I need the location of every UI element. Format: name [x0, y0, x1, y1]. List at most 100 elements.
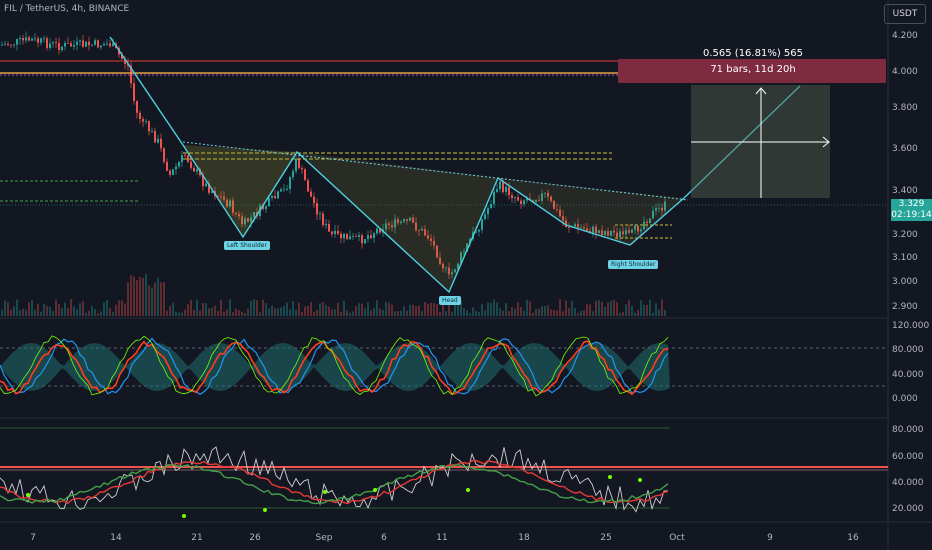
volume-bar [175, 311, 177, 316]
volume-bar [553, 310, 555, 316]
volume-bar [592, 311, 594, 316]
volume-bar [127, 282, 129, 316]
volume-bar [511, 307, 513, 316]
volume-bar [484, 310, 486, 316]
candle-body [304, 169, 306, 181]
candle-body [100, 45, 102, 48]
candle-body [79, 40, 81, 42]
volume-bar [421, 311, 423, 316]
head-label[interactable]: Head [439, 296, 461, 305]
volume-bar [589, 304, 591, 316]
volume-bar [91, 306, 93, 316]
volume-bar [652, 312, 654, 316]
signal-dot [182, 514, 186, 518]
volume-bar [34, 309, 36, 316]
price-tick: 3.200 [892, 230, 918, 240]
candle-body [181, 155, 183, 163]
symbol-title[interactable]: FIL / TetherUS, 4h, BINANCE [4, 4, 129, 14]
volume-bar [1, 309, 3, 316]
volume-bar [124, 303, 126, 316]
time-tick: 18 [518, 533, 530, 543]
candle-body [13, 44, 15, 46]
volume-bar [118, 300, 120, 316]
candle-body [298, 158, 300, 169]
volume-bar [625, 304, 627, 316]
volume-bar [562, 311, 564, 316]
candle-body [286, 188, 288, 190]
price-axis[interactable]: 4.200 4.000 3.800 3.600 3.400 3.200 3.10… [892, 31, 918, 312]
candle-body [34, 38, 36, 40]
candle-body [523, 200, 525, 205]
volume-bar [361, 303, 363, 316]
candle-body [496, 189, 498, 192]
osc1-tick: 0.000 [892, 394, 918, 404]
volume-bar [97, 312, 99, 316]
right-shoulder-label[interactable]: Right Shoulder [608, 260, 659, 269]
left-shoulder-label[interactable]: Left Shoulder [224, 241, 270, 250]
volume-bar [505, 303, 507, 316]
volume-bar [331, 309, 333, 316]
currency-selector[interactable]: USDT [884, 4, 926, 24]
volume-bar [526, 299, 528, 316]
measure-label: 0.565 (16.81%) 565 71 bars, 11d 20h [620, 46, 886, 78]
candle-body [22, 37, 24, 41]
candle-body [1, 44, 3, 46]
volume-bar [235, 308, 237, 316]
volume-bar [70, 299, 72, 316]
volume-bar [16, 299, 18, 316]
volume-bar [106, 299, 108, 316]
candle-body [340, 233, 342, 239]
volume-bar [334, 309, 336, 316]
chart-canvas[interactable]: 4.200 4.000 3.800 3.600 3.400 3.200 3.10… [0, 0, 932, 550]
volume-bar [343, 300, 345, 316]
price-range-measure-box[interactable] [618, 59, 886, 198]
candle-body [280, 189, 282, 192]
volume-bar [616, 302, 618, 316]
volume-bar [436, 304, 438, 316]
volume-bar [58, 304, 60, 316]
candle-body [268, 197, 270, 207]
volume-bar [79, 303, 81, 316]
volume-bar [64, 302, 66, 316]
volume-bar [4, 300, 6, 316]
volume-bar [85, 312, 87, 316]
osc2-tick: 20.000 [892, 504, 924, 514]
osc1-tick: 80.000 [892, 345, 924, 355]
candle-body [190, 161, 192, 168]
volume-bar [346, 310, 348, 316]
volume-bar [88, 310, 90, 316]
volume-bar [292, 300, 294, 316]
volume-bar [160, 282, 162, 316]
volume-bar [163, 282, 165, 316]
volume-bar [367, 302, 369, 316]
bar-countdown: 02:19:14 [891, 210, 932, 220]
volume-bar [247, 308, 249, 316]
volume-bar [433, 303, 435, 316]
volume-bar [400, 310, 402, 316]
volume-bar [397, 310, 399, 316]
candle-body [328, 223, 330, 232]
volume-bar [280, 307, 282, 316]
candle-body [487, 208, 489, 215]
volume-bar [262, 299, 264, 316]
volume-bar [142, 277, 144, 316]
volume-bar [202, 303, 204, 316]
volume-bar [7, 302, 9, 316]
volume-bar [598, 300, 600, 316]
candle-body [313, 196, 315, 204]
volume-bar [25, 309, 27, 316]
candle-body [85, 41, 87, 47]
price-tick: 3.400 [892, 186, 918, 196]
candle-body [493, 191, 495, 205]
time-axis[interactable]: 7 14 21 26 Sep 6 11 18 25 Oct 9 16 [30, 533, 859, 543]
candle-body [319, 213, 321, 215]
candle-body [187, 155, 189, 162]
signal-dot [263, 508, 267, 512]
candle-body [166, 161, 168, 171]
volume-bar [628, 300, 630, 316]
volume-bar [538, 308, 540, 316]
candle-body [97, 40, 99, 48]
osc1-tick: 40.000 [892, 370, 924, 380]
volume-bar [328, 306, 330, 316]
volume-bar [565, 300, 567, 316]
